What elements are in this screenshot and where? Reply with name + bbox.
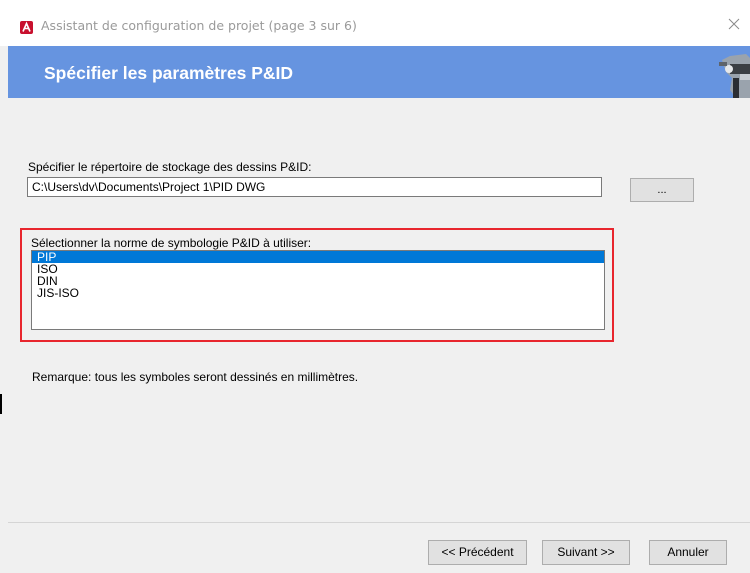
close-icon[interactable] — [722, 14, 746, 36]
window-title: Assistant de configuration de projet (pa… — [41, 18, 357, 33]
storage-path-input[interactable] — [27, 177, 602, 197]
window-edge-mark — [0, 394, 2, 414]
pipe-graphic — [716, 50, 750, 98]
wizard-footer: << Précédent Suivant >> Annuler — [8, 522, 750, 573]
symbology-label: Sélectionner la norme de symbologie P&ID… — [31, 236, 312, 250]
previous-button[interactable]: << Précédent — [428, 540, 527, 565]
page-title: Spécifier les paramètres P&ID — [44, 63, 294, 83]
wizard-header: Spécifier les paramètres P&ID — [8, 46, 750, 98]
autocad-plant-icon — [20, 21, 33, 34]
symbology-listbox[interactable]: PIP ISO DIN JIS-ISO — [31, 250, 605, 330]
list-item-jis-iso[interactable]: JIS-ISO — [32, 287, 604, 299]
list-item-pip[interactable]: PIP — [32, 251, 604, 263]
list-item-iso[interactable]: ISO — [32, 263, 604, 275]
wizard-body: Spécifier le répertoire de stockage des … — [8, 98, 750, 522]
browse-button[interactable]: ... — [630, 178, 694, 202]
next-button[interactable]: Suivant >> — [542, 540, 630, 565]
cancel-button[interactable]: Annuler — [649, 540, 727, 565]
title-bar: Assistant de configuration de projet (pa… — [0, 0, 750, 46]
storage-label: Spécifier le répertoire de stockage des … — [28, 160, 312, 174]
list-item-din[interactable]: DIN — [32, 275, 604, 287]
units-note: Remarque: tous les symboles seront dessi… — [32, 370, 359, 384]
symbology-highlight-box: Sélectionner la norme de symbologie P&ID… — [20, 228, 614, 342]
